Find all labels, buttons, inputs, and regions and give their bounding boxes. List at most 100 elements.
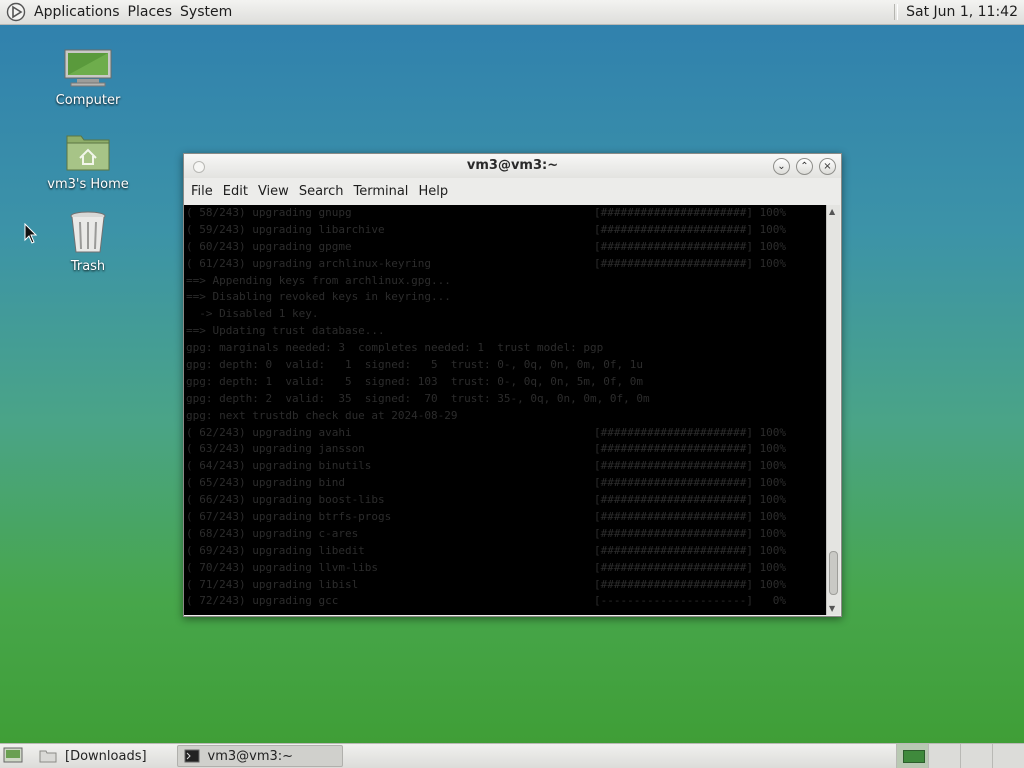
show-desktop-icon[interactable] [3, 747, 23, 765]
terminal-line-text: gpg: depth: 1 valid: 5 signed: 103 trust… [186, 374, 643, 388]
terminal-line-text: ( 67/243) upgrading btrfs-progs [186, 510, 392, 524]
menu-applications[interactable]: Applications [30, 4, 124, 20]
terminal-line-text: ==> Disabling revoked keys in keyring... [186, 290, 451, 304]
task-terminal[interactable]: vm3@vm3:~ [176, 745, 343, 767]
terminal-line-text: ( 70/243) upgrading llvm-libs [186, 560, 379, 574]
menu-places[interactable]: Places [124, 4, 177, 20]
menu-help[interactable]: Help [413, 184, 453, 199]
terminal-progress-bar: [######################] 100% [594, 543, 787, 557]
scroll-down-icon[interactable]: ▼ [829, 604, 835, 613]
terminal-line: ==> Disabling revoked keys in keyring... [186, 289, 826, 306]
window-menubar: File Edit View Search Terminal Help [184, 178, 841, 204]
workspace-1[interactable] [896, 744, 928, 768]
task-label: [Downloads] [65, 748, 147, 764]
terminal-line: gpg: marginals needed: 3 completes neede… [186, 340, 826, 357]
scrollbar-thumb[interactable] [829, 551, 838, 595]
terminal-progress-bar: [######################] 100% [594, 493, 787, 507]
terminal-line-text: ( 63/243) upgrading jansson [186, 442, 365, 456]
terminal-output[interactable]: ( 58/243) upgrading gnupg [##############… [184, 205, 826, 615]
desktop-icon-label: Trash [70, 259, 106, 274]
terminal-line: ==> Appending keys from archlinux.gpg... [186, 273, 826, 290]
terminal-line-text: ( 65/243) upgrading bind [186, 476, 345, 490]
terminal-progress-bar: [######################] 100% [594, 442, 787, 456]
terminal-line: gpg: next trustdb check due at 2024-08-2… [186, 408, 826, 425]
terminal-line: ( 63/243) upgrading jansson [############… [186, 441, 826, 458]
terminal-line-text: ( 72/243) upgrading gcc [186, 594, 339, 608]
terminal-line: ==> Updating trust database... [186, 323, 826, 340]
terminal-progress-bar: [######################] 100% [594, 256, 787, 270]
terminal-line-text: ( 69/243) upgrading libedit [186, 543, 365, 557]
terminal-line: gpg: depth: 0 valid: 1 signed: 5 trust: … [186, 357, 826, 374]
desktop-icon-home[interactable]: vm3's Home [43, 130, 133, 192]
mouse-cursor-icon [24, 223, 38, 244]
menu-file[interactable]: File [186, 184, 218, 199]
terminal-line: ( 59/243) upgrading libarchive [#########… [186, 222, 826, 239]
terminal-progress-bar: [######################] 100% [594, 206, 787, 219]
terminal-line-text: ( 61/243) upgrading archlinux-keyring [186, 256, 432, 270]
terminal-progress-bar: [######################] 100% [594, 239, 787, 253]
terminal-line: ( 61/243) upgrading archlinux-keyring [##… [186, 256, 826, 273]
scroll-up-icon[interactable]: ▲ [829, 207, 835, 216]
workspace-3[interactable] [960, 744, 992, 768]
folder-icon [39, 750, 57, 763]
distro-logo-icon[interactable] [6, 2, 26, 22]
terminal-window[interactable]: vm3@vm3:~ ⌄ ⌃ × File Edit View Search Te… [183, 153, 842, 617]
terminal-progress-bar: [######################] 100% [594, 510, 787, 524]
terminal-line: ( 62/243) upgrading avahi [##############… [186, 425, 826, 442]
menu-search[interactable]: Search [294, 184, 349, 199]
terminal-line: ( 70/243) upgrading llvm-libs [##########… [186, 560, 826, 577]
terminal-line: gpg: depth: 1 valid: 5 signed: 103 trust… [186, 374, 826, 391]
terminal-scrollbar[interactable]: ▲ ▼ [826, 205, 840, 615]
desktop-icon-computer[interactable]: Computer [43, 48, 133, 108]
terminal-line: ( 72/243) upgrading gcc [----------------… [186, 593, 826, 610]
task-label: vm3@vm3:~ [207, 748, 294, 764]
desktop-icon-trash[interactable]: Trash [43, 210, 133, 274]
terminal-progress-bar: [######################] 100% [594, 476, 787, 490]
terminal-line-text: ==> Updating trust database... [186, 324, 385, 338]
terminal-line: ( 71/243) upgrading libisl [#############… [186, 577, 826, 594]
terminal-progress-bar: [######################] 100% [594, 222, 787, 236]
workspace-4[interactable] [992, 744, 1024, 768]
task-downloads[interactable]: [Downloads] [33, 745, 153, 767]
terminal-progress-bar: [######################] 100% [594, 560, 787, 574]
window-title: vm3@vm3:~ [466, 158, 559, 173]
terminal-line-text: ( 66/243) upgrading boost-libs [186, 493, 385, 507]
desktop-icon-label: Computer [55, 93, 121, 108]
menu-system[interactable]: System [176, 4, 236, 20]
terminal-line: ( 68/243) upgrading c-ares [#############… [186, 526, 826, 543]
top-panel: Applications Places System Sat Jun 1, 11… [0, 0, 1024, 25]
desktop-icon-label: vm3's Home [47, 177, 129, 192]
terminal-line-text: gpg: marginals needed: 3 completes neede… [186, 341, 604, 355]
menu-terminal[interactable]: Terminal [348, 184, 413, 199]
maximize-button[interactable]: ⌃ [796, 158, 813, 175]
computer-icon [64, 49, 112, 87]
terminal-line: ( 64/243) upgrading binutils [###########… [186, 458, 826, 475]
terminal-progress-bar: [######################] 100% [594, 459, 787, 473]
close-button[interactable]: × [819, 158, 836, 175]
terminal-progress-bar: [######################] 100% [594, 526, 787, 540]
terminal-line-text: ( 68/243) upgrading c-ares [186, 526, 359, 540]
terminal-line-text: ( 60/243) upgrading gpgme [186, 239, 352, 253]
trash-icon [70, 211, 106, 253]
terminal-icon [184, 749, 200, 763]
workspace-2[interactable] [928, 744, 960, 768]
menu-edit[interactable]: Edit [218, 184, 253, 199]
terminal-line: -> Disabled 1 key. [186, 306, 826, 323]
terminal-line-text: gpg: depth: 2 valid: 35 signed: 70 trust… [186, 391, 650, 405]
terminal-line-text: ( 59/243) upgrading libarchive [186, 222, 385, 236]
minimize-button[interactable]: ⌄ [773, 158, 790, 175]
window-titlebar[interactable]: vm3@vm3:~ ⌄ ⌃ × [184, 154, 841, 178]
terminal-line-text: gpg: next trustdb check due at 2024-08-2… [186, 408, 458, 422]
terminal-progress-bar: [######################] 100% [594, 425, 787, 439]
terminal-line-text: ( 64/243) upgrading binutils [186, 459, 372, 473]
clock[interactable]: Sat Jun 1, 11:42 [906, 4, 1024, 20]
terminal-line-text: ( 71/243) upgrading libisl [186, 577, 359, 591]
panel-separator [894, 4, 899, 20]
home-folder-icon [66, 135, 110, 171]
bottom-panel: [Downloads] vm3@vm3:~ [0, 743, 1024, 768]
terminal-line-text: gpg: depth: 0 valid: 1 signed: 5 trust: … [186, 358, 643, 372]
terminal-line: ( 65/243) upgrading bind [###############… [186, 475, 826, 492]
terminal-line: ( 60/243) upgrading gpgme [##############… [186, 239, 826, 256]
menu-view[interactable]: View [253, 184, 294, 199]
terminal-line-text: ( 62/243) upgrading avahi [186, 425, 352, 439]
